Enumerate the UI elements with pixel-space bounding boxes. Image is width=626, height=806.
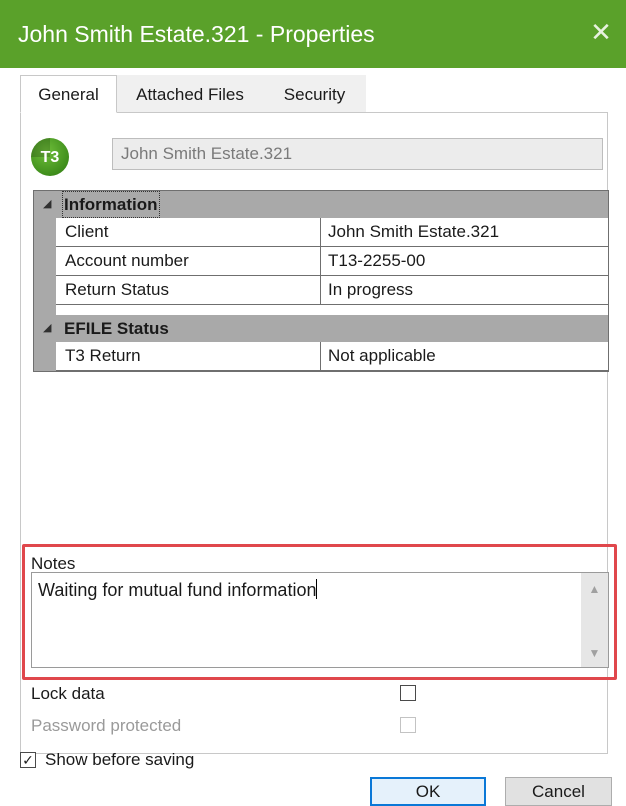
grid-row[interactable]: T3 Return Not applicable: [56, 342, 608, 371]
notes-highlight-frame: [22, 544, 617, 680]
group-label-information: Information: [62, 191, 160, 218]
grid-row-key: Account number: [65, 251, 189, 270]
group-header-efile-status[interactable]: ◢ EFILE Status: [34, 315, 608, 342]
close-icon[interactable]: ✕: [586, 14, 616, 50]
name-field: John Smith Estate.321: [112, 138, 603, 170]
password-protected-label: Password protected: [31, 716, 182, 735]
tab-security[interactable]: Security: [263, 75, 366, 113]
grid-row-key: T3 Return: [65, 346, 141, 365]
lock-data-checkbox[interactable]: [400, 685, 416, 701]
collapse-arrow-icon[interactable]: ◢: [43, 191, 51, 218]
tab-attached-files[interactable]: Attached Files: [117, 75, 263, 113]
grid-row[interactable]: Return Status In progress: [56, 276, 608, 305]
group-header-information[interactable]: ◢ Information: [34, 191, 608, 218]
grid-row[interactable]: Client John Smith Estate.321: [56, 218, 608, 247]
window-title: John Smith Estate.321 - Properties: [18, 21, 375, 47]
grid-row-value: In progress: [328, 280, 414, 299]
collapse-arrow-icon[interactable]: ◢: [43, 315, 51, 342]
lock-data-label: Lock data: [31, 684, 105, 703]
show-before-saving-checkbox[interactable]: ✓: [20, 752, 36, 768]
grid-row-key: Client: [65, 222, 109, 241]
property-grid: ◢ Information Client John Smith Estate.3…: [33, 190, 609, 372]
cancel-button[interactable]: Cancel: [505, 777, 612, 806]
group-label-efile-status: EFILE Status: [64, 319, 169, 338]
grid-row-value: John Smith Estate.321: [328, 222, 500, 241]
password-protected-checkbox: [400, 717, 416, 733]
tab-general[interactable]: General: [20, 75, 117, 113]
grid-row-key: Return Status: [65, 280, 169, 299]
avatar-text: T3: [40, 149, 60, 166]
grid-row-value: Not applicable: [328, 346, 436, 365]
grid-margin: [34, 191, 56, 371]
grid-row-value: T13-2255-00: [328, 251, 426, 270]
show-before-saving-label: Show before saving: [45, 750, 195, 769]
ok-button[interactable]: OK: [370, 777, 486, 806]
grid-row[interactable]: Account number T13-2255-00: [56, 247, 608, 276]
title-bar: John Smith Estate.321 - Properties ✕: [0, 0, 626, 68]
t3-return-icon: T3: [31, 138, 69, 176]
